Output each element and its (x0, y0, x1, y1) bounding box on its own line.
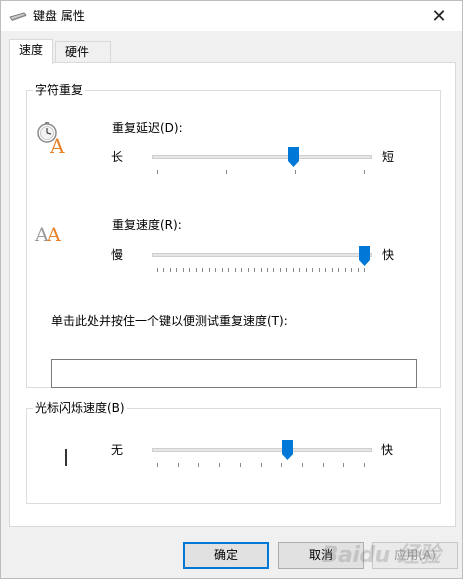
slider-tick (357, 268, 359, 272)
slider-tick (157, 170, 158, 174)
cursor-preview (65, 449, 67, 466)
repeat-rate-ticks (157, 268, 365, 272)
cursor-blink-slider-thumb[interactable] (281, 440, 293, 460)
slider-tick (157, 268, 158, 272)
tab-hardware[interactable]: 硬件 (55, 41, 111, 63)
cursor-blink-group-label: 光标闪烁速度(B) (33, 401, 127, 415)
slider-tick (198, 463, 200, 467)
slider-tick (301, 463, 303, 467)
slider-tick (338, 268, 340, 272)
repeat-delay-slider-thumb[interactable] (288, 147, 300, 167)
slider-tick (260, 463, 262, 467)
repeat-delay-ticks (157, 170, 365, 174)
ok-button[interactable]: 确定 (183, 542, 269, 569)
slider-tick (260, 268, 262, 272)
cursor-blink-track[interactable] (152, 448, 372, 452)
slider-tick (226, 170, 227, 174)
slider-tick (254, 268, 256, 272)
char-repeat-group-label: 字符重复 (33, 83, 86, 97)
cursor-blink-fast-label: 快 (381, 443, 394, 457)
slider-tick (351, 268, 353, 272)
char-repeat-group: 字符重复 A 重复延迟(D): 长 短 A A 重复速度(R): 慢 快 单击此… (26, 83, 441, 388)
slider-tick (215, 268, 217, 272)
repeat-rate-track[interactable] (152, 253, 372, 257)
slider-tick (247, 268, 249, 272)
slider-tick (295, 170, 296, 174)
slider-tick (343, 463, 345, 467)
slider-tick (234, 268, 236, 272)
slider-tick (219, 463, 221, 467)
repeat-delay-track[interactable] (152, 155, 372, 159)
slider-tick (266, 268, 268, 272)
clock-letter-a-icon: A (37, 122, 65, 155)
slider-tick (318, 268, 320, 272)
cursor-blink-none-label: 无 (111, 443, 124, 457)
repeat-rate-fast-label: 快 (382, 248, 395, 262)
tab-speed[interactable]: 速度 (9, 39, 53, 64)
slider-tick (299, 268, 301, 272)
slider-tick (195, 268, 197, 272)
repeat-rate-label: 重复速度(R): (112, 218, 182, 232)
repeat-delay-label: 重复延迟(D): (112, 121, 183, 135)
svg-text:A: A (46, 224, 61, 246)
repeat-delay-short-label: 短 (382, 150, 395, 164)
svg-text:A: A (49, 134, 65, 155)
slider-tick (281, 463, 283, 467)
slider-tick (344, 268, 346, 272)
window-title: 键盘 属性 (33, 9, 85, 23)
slider-tick (239, 463, 241, 467)
slider-tick (325, 268, 327, 272)
tab-panel-speed: 字符重复 A 重复延迟(D): 长 短 A A 重复速度(R): 慢 快 单击此… (9, 62, 456, 527)
slider-tick (286, 268, 288, 272)
slider-tick (364, 463, 365, 467)
slider-tick (182, 268, 184, 272)
slider-tick (312, 268, 314, 272)
slider-tick (228, 268, 230, 272)
repeat-delay-long-label: 长 (111, 150, 124, 164)
cancel-button[interactable]: 取消 (278, 542, 364, 569)
slider-tick (292, 268, 294, 272)
slider-tick (322, 463, 324, 467)
slider-tick (157, 463, 158, 467)
repeat-test-input[interactable] (51, 359, 417, 388)
slider-tick (273, 268, 275, 272)
close-icon: ✕ (431, 5, 447, 27)
slider-tick (221, 268, 223, 272)
slider-tick (364, 170, 365, 174)
slider-tick (305, 268, 307, 272)
slider-tick (163, 268, 165, 272)
slider-tick (169, 268, 171, 272)
title-bar: 键盘 属性 ✕ (1, 1, 462, 31)
apply-button[interactable]: 应用(A) (372, 542, 458, 569)
repeat-rate-slider-thumb[interactable] (358, 246, 370, 266)
cursor-blink-ticks (157, 463, 365, 467)
double-letter-a-icon: A A (35, 224, 61, 246)
keyboard-icon (9, 12, 27, 21)
keyboard-properties-dialog: 键盘 属性 ✕ 速度 硬件 字符重复 A 重复延迟(D): 长 短 A A 重复… (0, 0, 463, 579)
slider-tick (176, 268, 178, 272)
slider-tick (279, 268, 281, 272)
repeat-rate-slow-label: 慢 (111, 248, 124, 262)
slider-tick (331, 268, 333, 272)
slider-tick (241, 268, 243, 272)
repeat-test-label: 单击此处并按住一个键以便测试重复速度(T): (51, 314, 288, 328)
slider-tick (364, 268, 365, 272)
slider-tick (177, 463, 179, 467)
slider-tick (208, 268, 210, 272)
slider-tick (189, 268, 191, 272)
cursor-blink-group: 光标闪烁速度(B) 无 快 (26, 401, 441, 504)
slider-tick (202, 268, 204, 272)
close-button[interactable]: ✕ (416, 1, 462, 31)
